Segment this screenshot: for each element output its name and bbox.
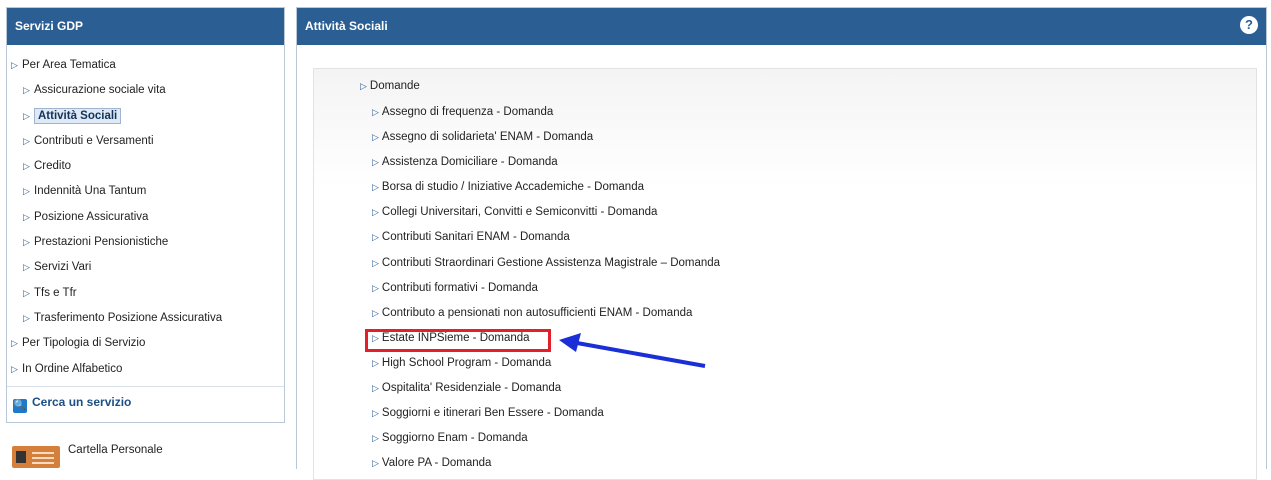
domanda-link-label: Ospitalita' Residenziale - Domanda xyxy=(381,382,562,395)
domanda-link[interactable]: ▷ Contributi formativi - Domanda xyxy=(372,276,720,301)
triangle-icon: ▷ xyxy=(11,363,18,374)
triangle-icon: ▷ xyxy=(23,237,30,248)
nav-item-label: Trasferimento Posizione Assicurativa xyxy=(34,311,223,324)
triangle-icon: ▷ xyxy=(372,282,379,293)
triangle-icon: ▷ xyxy=(372,357,379,368)
triangle-icon: ▷ xyxy=(23,211,30,222)
domanda-link[interactable]: ▷ Ospitalita' Residenziale - Domanda xyxy=(372,376,720,401)
triangle-icon: ▷ xyxy=(372,132,379,143)
nav-item[interactable]: ▷ Per Area Tematica xyxy=(7,53,284,78)
annotation-arrow-icon xyxy=(559,333,706,368)
nav-item[interactable]: ▷ Indennità Una Tantum xyxy=(7,179,284,204)
nav-item[interactable]: ▷ Assicurazione sociale vita xyxy=(7,78,284,103)
triangle-icon: ▷ xyxy=(11,60,18,70)
nav-item[interactable]: ▷ Servizi Vari xyxy=(7,255,284,280)
triangle-icon: ▷ xyxy=(372,107,379,117)
content-area: ▷ Domande ▷ Assegno di frequenza - Domanda… xyxy=(313,68,1257,480)
section-domande[interactable]: ▷ Domande xyxy=(360,80,420,92)
nav-item-label: Per Area Tematica xyxy=(22,59,116,71)
triangle-icon: ▷ xyxy=(372,257,379,268)
nav-item-label: Servizi Vari xyxy=(34,261,92,274)
nav-item-label: Contributi e Versamenti xyxy=(34,134,154,147)
triangle-icon: ▷ xyxy=(23,312,30,323)
nav-item[interactable]: ▷ Credito xyxy=(7,154,284,179)
domanda-link-label: Estate INPSieme - Domanda xyxy=(381,331,530,344)
domanda-link[interactable]: ▷ Assegno di solidarieta' ENAM - Domanda xyxy=(372,125,720,150)
domanda-link-label: Contributi Straordinari Gestione Assiste… xyxy=(381,256,721,269)
triangle-icon: ▷ xyxy=(23,85,30,96)
triangle-icon: ▷ xyxy=(23,287,30,298)
domanda-link[interactable]: ▷ Contributi Sanitari ENAM - Domanda xyxy=(372,225,720,250)
domanda-link-label: Assistenza Domiciliare - Domanda xyxy=(381,156,558,169)
domanda-link-label: Contributi Sanitari ENAM - Domanda xyxy=(381,231,570,244)
domanda-link[interactable]: ▷ Contributi Straordinari Gestione Assist… xyxy=(372,251,720,276)
nav-item[interactable]: ▷ Per Tipologia di Servizio xyxy=(7,331,284,356)
nav-item-label: Tfs e Tfr xyxy=(34,286,77,299)
triangle-icon: ▷ xyxy=(372,458,379,469)
left-panel: Servizi GDP ▷ Per Area Tematica ▷ Assicuraz… xyxy=(6,7,285,423)
domanda-link[interactable]: ▷ Borsa di studio / Iniziative Accademich… xyxy=(372,175,720,200)
triangle-icon: ▷ xyxy=(360,81,367,91)
domanda-link[interactable]: ▷ Collegi Universitari, Convitti e Semico… xyxy=(372,200,720,225)
nav-item-label: Credito xyxy=(34,160,72,173)
domanda-link[interactable]: ▷ Assistenza Domiciliare - Domanda xyxy=(372,150,720,175)
nav-item-label: In Ordine Alfabetico xyxy=(22,362,123,375)
triangle-icon: ▷ xyxy=(23,135,30,146)
triangle-icon: ▷ xyxy=(372,182,379,193)
nav-item[interactable]: ▷ In Ordine Alfabetico xyxy=(7,357,284,382)
triangle-icon: ▷ xyxy=(23,110,30,121)
nav-item-label: Per Tipologia di Servizio xyxy=(22,337,146,350)
domanda-link-label: Soggiorni e itinerari Ben Essere - Doman… xyxy=(381,407,604,420)
triangle-icon: ▷ xyxy=(23,161,30,172)
domanda-link[interactable]: ▷ Assegno di frequenza - Domanda xyxy=(372,100,720,125)
cartella-personale-label: Cartella Personale xyxy=(68,444,163,456)
triangle-icon: ▷ xyxy=(372,232,379,243)
triangle-icon: ▷ xyxy=(372,307,379,318)
triangle-icon: ▷ xyxy=(372,383,379,394)
nav-item-label: Indennità Una Tantum xyxy=(34,185,147,198)
triangle-icon: ▷ xyxy=(372,157,379,168)
domanda-link[interactable]: ▷ Soggiorno Enam - Domanda xyxy=(372,426,720,451)
main-panel-title: Attività Sociali xyxy=(305,19,388,33)
domanda-link-label: Assegno di solidarieta' ENAM - Domanda xyxy=(381,131,594,144)
nav-item[interactable]: ▷ Attività Sociali xyxy=(7,104,284,129)
nav-item[interactable]: ▷ Prestazioni Pensionistiche xyxy=(7,230,284,255)
domanda-link-label: Borsa di studio / Iniziative Accademiche… xyxy=(381,181,644,194)
search-service-link[interactable]: 🔍 Cerca un servizio xyxy=(7,385,284,417)
main-panel: Attività Sociali ? ▷ Domande ▷ Assegno di … xyxy=(296,7,1267,480)
help-icon[interactable]: ? xyxy=(1240,16,1258,34)
nav-item[interactable]: ▷ Contributi e Versamenti xyxy=(7,129,284,154)
nav-item-label: Attività Sociali xyxy=(34,107,122,124)
domande-list: ▷ Assegno di frequenza - Domanda ▷ Assegno … xyxy=(372,100,720,476)
nav-item[interactable]: ▷ Tfs e Tfr xyxy=(7,281,284,306)
domanda-link-label: Assegno di frequenza - Domanda xyxy=(381,106,554,118)
triangle-icon: ▷ xyxy=(372,408,379,419)
domanda-link-label: Contributo a pensionati non autosufficie… xyxy=(381,306,693,319)
domanda-link[interactable]: ▷ Contributo a pensionati non autosuffici… xyxy=(372,301,720,326)
triangle-icon: ▷ xyxy=(372,207,379,218)
triangle-icon: ▷ xyxy=(23,262,30,273)
nav-item-label: Prestazioni Pensionistiche xyxy=(34,236,169,249)
domanda-link[interactable]: ▷ Valore PA - Domanda xyxy=(372,451,720,476)
triangle-icon: ▷ xyxy=(372,332,379,343)
domanda-link-label: High School Program - Domanda xyxy=(381,356,552,369)
folder-icon xyxy=(12,446,60,468)
triangle-icon: ▷ xyxy=(11,338,18,349)
section-domande-label: Domande xyxy=(369,80,420,92)
nav-item[interactable]: ▷ Posizione Assicurativa xyxy=(7,205,284,230)
search-icon: 🔍 xyxy=(13,398,27,413)
left-nav: ▷ Per Area Tematica ▷ Assicurazione sociale… xyxy=(7,45,284,382)
main-panel-header: Attività Sociali ? xyxy=(297,8,1266,45)
search-label: Cerca un servizio xyxy=(32,394,132,409)
nav-item-label: Assicurazione sociale vita xyxy=(34,84,166,97)
nav-item[interactable]: ▷ Trasferimento Posizione Assicurativa xyxy=(7,306,284,331)
triangle-icon: ▷ xyxy=(372,433,379,444)
nav-item-label: Posizione Assicurativa xyxy=(34,210,149,223)
triangle-icon: ▷ xyxy=(23,186,30,197)
domanda-link-label: Contributi formativi - Domanda xyxy=(381,281,538,294)
domanda-link[interactable]: ▷ Soggiorni e itinerari Ben Essere - Doma… xyxy=(372,401,720,426)
domanda-link-label: Collegi Universitari, Convitti e Semicon… xyxy=(381,206,658,219)
domanda-link-label: Soggiorno Enam - Domanda xyxy=(381,432,528,445)
left-panel-title: Servizi GDP xyxy=(7,8,284,45)
